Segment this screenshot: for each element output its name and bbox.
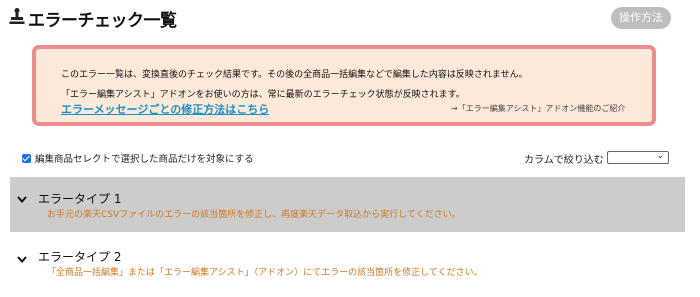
- column-filter-label: カラムで絞り込む: [524, 155, 604, 166]
- checkbox-label: 編集商品セレクトで選択した商品だけを対象にする: [35, 154, 254, 165]
- selected-items-only-checkbox-row[interactable]: 編集商品セレクトで選択した商品だけを対象にする: [22, 151, 254, 165]
- checkbox-checked-icon[interactable]: [22, 154, 31, 163]
- error-type-section[interactable]: エラータイプ 1 お手元の楽天CSVファイルのエラーの該当箇所を修正し、再度楽天…: [10, 177, 685, 232]
- chevron-down-icon[interactable]: [17, 196, 27, 203]
- error-type-description: 「全商品一括編集」または「エラー編集アシスト」（アドオン）にてエラーの該当箇所を…: [47, 268, 483, 278]
- notice-box: このエラー一覧は、変換直後のチェック結果です。その後の全商品一括編集などで編集し…: [32, 45, 656, 126]
- page-title: エラーチェック一覧: [28, 11, 177, 31]
- addon-intro-link[interactable]: →「エラー編集アシスト」アドオン機能のご紹介: [451, 103, 625, 114]
- notice-line-1: このエラー一覧は、変換直後のチェック結果です。その後の全商品一括編集などで編集し…: [61, 70, 528, 80]
- operation-guide-button[interactable]: 操作方法: [611, 7, 671, 29]
- column-filter-select[interactable]: ⌄: [607, 151, 669, 164]
- notice-line-2: 「エラー編集アシスト」アドオンをお使いの方は、常に最新のエラーチェック状態が反映…: [61, 90, 465, 100]
- error-type-title: エラータイプ 2: [38, 250, 122, 264]
- chevron-down-icon: ⌄: [656, 151, 664, 161]
- error-type-title: エラータイプ 1: [38, 192, 122, 206]
- chevron-down-icon[interactable]: [17, 256, 27, 263]
- stamp-icon: [9, 8, 25, 24]
- error-type-description: お手元の楽天CSVファイルのエラーの該当箇所を修正し、再度楽天データ取込から実行…: [47, 210, 461, 220]
- error-type-section[interactable]: エラータイプ 2 「全商品一括編集」または「エラー編集アシスト」（アドオン）にて…: [10, 237, 685, 292]
- fix-method-link[interactable]: エラーメッセージごとの修正方法はこちら: [61, 101, 269, 117]
